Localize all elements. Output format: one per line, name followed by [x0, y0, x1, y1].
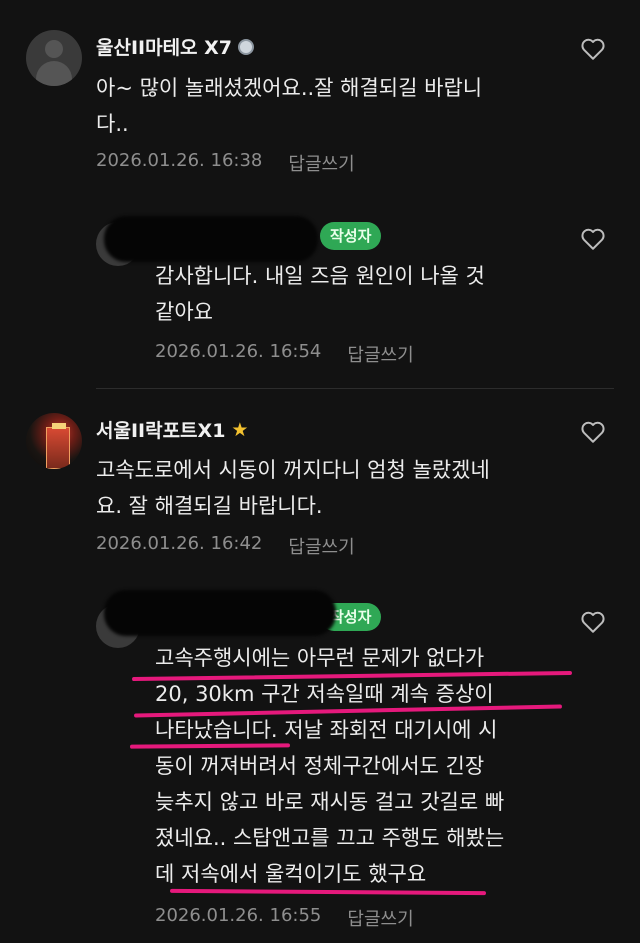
reply-button[interactable]: 답글쓰기 [347, 341, 413, 367]
avatar[interactable] [26, 413, 82, 469]
heart-icon[interactable] [580, 610, 606, 634]
reply-button[interactable]: 답글쓰기 [288, 533, 354, 559]
heart-icon[interactable] [580, 37, 606, 61]
author-badge: 작성자 [320, 222, 382, 250]
medal-icon [238, 38, 255, 55]
timestamp: 2026.01.26. 16:55 [155, 905, 322, 926]
nickname[interactable]: 서울II락포트X1 ★ [96, 416, 248, 443]
comment-text: 고속도로에서 시동이 꺼지다니 엄청 놀랐겠네 요. 잘 해결되길 바랍니다. [96, 458, 490, 518]
comment-meta: 2026.01.26. 16:55 답글쓰기 [155, 905, 414, 931]
nickname[interactable]: 울산II마테오 X7 [96, 33, 255, 60]
comment-text: 감사합니다. 내일 즈음 원인이 나올 것 같아요 [155, 264, 485, 324]
timestamp: 2026.01.26. 16:42 [96, 533, 263, 554]
avatar[interactable] [26, 30, 82, 86]
divider [96, 388, 614, 389]
comment-meta: 2026.01.26. 16:38 답글쓰기 [96, 150, 355, 176]
redacted-nickname [104, 216, 318, 262]
star-icon: ★ [231, 418, 249, 441]
comment-meta: 2026.01.26. 16:54 답글쓰기 [155, 341, 414, 367]
comment-text: 고속주행시에는 아무런 문제가 없다가 20, 30km 구간 저속일때 계속 … [155, 646, 505, 886]
comment-meta: 2026.01.26. 16:42 답글쓰기 [96, 533, 355, 559]
comment-text: 아~ 많이 놀래셨겠어요..잘 해결되길 바랍니 다.. [96, 76, 483, 136]
reply-button[interactable]: 답글쓰기 [288, 150, 354, 176]
heart-icon[interactable] [580, 420, 606, 444]
timestamp: 2026.01.26. 16:38 [96, 150, 263, 171]
heart-icon[interactable] [580, 227, 606, 251]
redacted-nickname [104, 590, 336, 636]
reply-button[interactable]: 답글쓰기 [347, 905, 413, 931]
timestamp: 2026.01.26. 16:54 [155, 341, 322, 362]
